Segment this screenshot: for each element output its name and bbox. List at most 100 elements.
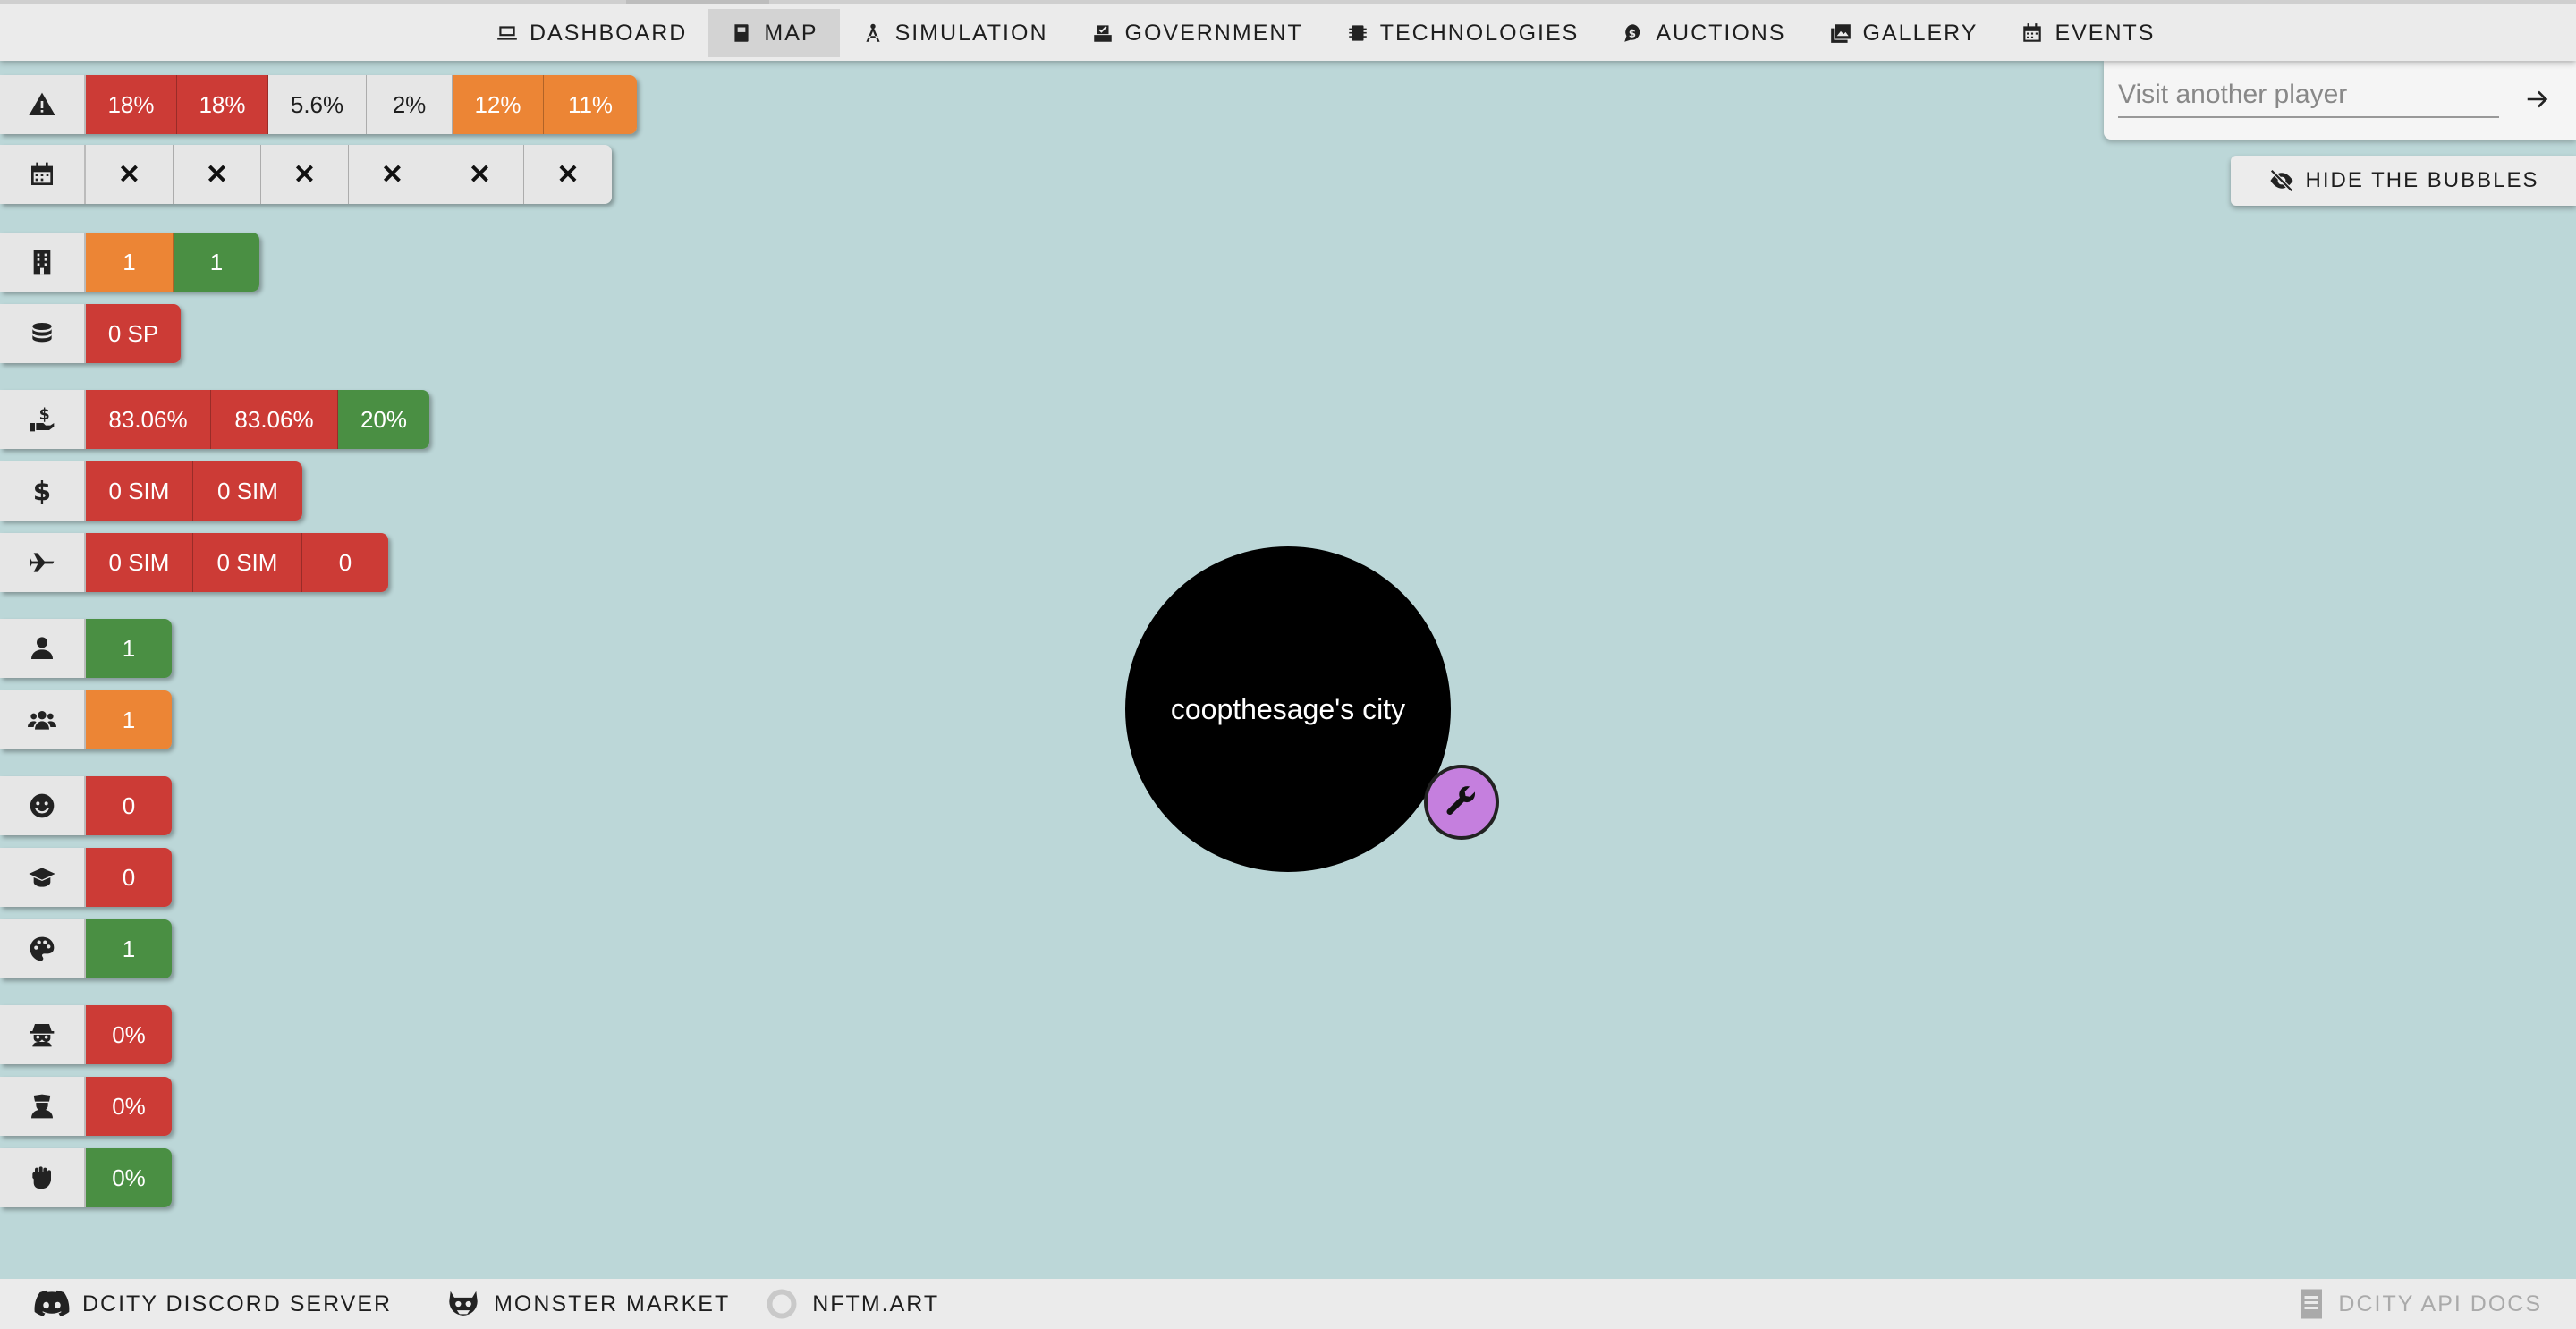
eye-slash-icon	[2269, 169, 2293, 192]
population-value[interactable]: 1	[86, 690, 172, 749]
risk-value[interactable]: 18%	[177, 75, 268, 134]
hide-bubbles-button[interactable]: HIDE THE BUBBLES	[2231, 156, 2576, 206]
building-icon	[33, 250, 51, 275]
dollar-icon: $	[33, 477, 51, 505]
stat-icon-population	[0, 690, 86, 749]
nav-dashboard-label: DASHBOARD	[530, 20, 688, 46]
footer: DCITY DISCORD SERVER MONSTER MARKET NFTM…	[0, 1279, 2576, 1329]
risk-value[interactable]: 12%	[453, 75, 544, 134]
main-nav: DASHBOARD MAP SIMULATION GOVERNMENT TECH…	[474, 9, 2176, 57]
risk-value[interactable]: 5.6%	[268, 75, 367, 134]
group-icon	[28, 711, 56, 730]
top-border-accent	[626, 0, 769, 4]
palette-icon	[30, 936, 55, 961]
stat-row-population: 1	[0, 690, 172, 749]
stat-row-person: 1	[0, 619, 172, 678]
buildings-value[interactable]: 1	[174, 233, 259, 292]
nav-simulation-label: SIMULATION	[894, 20, 1048, 46]
flights-value[interactable]: 0 SIM	[86, 533, 193, 592]
fist-icon	[32, 1166, 51, 1189]
visit-player-input[interactable]	[2118, 73, 2499, 118]
stat-icon-protest	[0, 1148, 86, 1207]
nav-map[interactable]: MAP	[708, 9, 840, 57]
income-value[interactable]: 83.06%	[86, 390, 211, 449]
graduation-cap-icon	[29, 868, 55, 887]
hide-bubbles-label: HIDE THE BUBBLES	[2305, 168, 2539, 192]
coins-icon	[32, 323, 52, 343]
compass-icon	[865, 23, 880, 42]
stat-row-calendar: ✕ ✕ ✕ ✕ ✕ ✕	[0, 145, 612, 204]
warning-icon	[29, 92, 55, 115]
document-icon	[2301, 1289, 2323, 1319]
city-settings-button[interactable]	[1424, 765, 1499, 840]
stat-icon-crime	[0, 1005, 86, 1064]
nav-auctions[interactable]: $ AUCTIONS	[1600, 9, 1807, 57]
education-value[interactable]: 0	[86, 848, 172, 907]
top-border	[0, 0, 2576, 4]
bid-icon: $	[1624, 24, 1640, 42]
city-bubble[interactable]: coopthesage's city	[1125, 546, 1451, 872]
art-value[interactable]: 1	[86, 919, 172, 978]
nav-gallery[interactable]: GALLERY	[1808, 9, 2000, 57]
flights-value[interactable]: 0 SIM	[193, 533, 302, 592]
calendar-slot[interactable]: ✕	[524, 145, 612, 204]
calendar-slot[interactable]: ✕	[436, 145, 524, 204]
money-value[interactable]: 0 SIM	[193, 461, 302, 521]
nav-government[interactable]: GOVERNMENT	[1070, 9, 1325, 57]
footer-nftm-link[interactable]: NFTM.ART	[750, 1288, 959, 1320]
footer-discord-link[interactable]: DCITY DISCORD SERVER	[0, 1288, 411, 1320]
nav-dashboard[interactable]: DASHBOARD	[474, 9, 708, 57]
coins-value[interactable]: 0 SP	[86, 304, 181, 363]
calendar-icon	[2023, 23, 2042, 42]
money-value[interactable]: 0 SIM	[86, 461, 193, 521]
footer-monster-link[interactable]: MONSTER MARKET	[411, 1288, 750, 1320]
stat-row-money: $ 0 SIM 0 SIM	[0, 461, 302, 521]
calendar-slot[interactable]: ✕	[86, 145, 174, 204]
footer-api-docs-link[interactable]: DCITY API DOCS	[2297, 1279, 2542, 1329]
calendar-slot[interactable]: ✕	[174, 145, 261, 204]
calendar-slot[interactable]: ✕	[261, 145, 349, 204]
crime-value[interactable]: 0%	[86, 1005, 172, 1064]
hand-dollar-icon: $	[30, 406, 55, 432]
stat-row-crime: 0%	[0, 1005, 172, 1064]
person-icon	[31, 637, 53, 659]
nav-events[interactable]: EVENTS	[1999, 9, 2176, 57]
svg-text:$: $	[1629, 27, 1638, 39]
person-value[interactable]: 1	[86, 619, 172, 678]
calendar-slot[interactable]: ✕	[349, 145, 436, 204]
police-value[interactable]: 0%	[86, 1077, 172, 1136]
buildings-value[interactable]: 1	[86, 233, 174, 292]
happiness-value[interactable]: 0	[86, 776, 172, 835]
visit-go-button[interactable]	[2515, 77, 2560, 122]
svg-text:$: $	[39, 406, 50, 424]
nav-simulation[interactable]: SIMULATION	[840, 9, 1070, 57]
discord-icon	[34, 1290, 70, 1316]
nav-technologies[interactable]: TECHNOLOGIES	[1325, 9, 1601, 57]
nav-technologies-label: TECHNOLOGIES	[1379, 20, 1580, 46]
risk-value[interactable]: 18%	[86, 75, 177, 134]
stat-row-income: $ 83.06% 83.06% 20%	[0, 390, 429, 449]
stat-icon-calendar	[0, 145, 86, 204]
stat-icon-art	[0, 919, 86, 978]
footer-api-docs-label: DCITY API DOCS	[2338, 1291, 2542, 1316]
stat-row-art: 1	[0, 919, 172, 978]
laptop-icon	[497, 26, 517, 40]
flights-value[interactable]: 0	[302, 533, 388, 592]
income-value[interactable]: 83.06%	[211, 390, 338, 449]
monster-icon	[449, 1291, 478, 1316]
stat-icon-coins	[0, 304, 86, 363]
plane-icon	[30, 553, 55, 572]
income-value[interactable]: 20%	[338, 390, 429, 449]
stat-icon-person	[0, 619, 86, 678]
footer-monster-label: MONSTER MARKET	[494, 1291, 731, 1316]
stat-icon-police	[0, 1077, 86, 1136]
risk-value[interactable]: 11%	[544, 75, 637, 134]
nav-map-label: MAP	[764, 20, 818, 46]
protest-value[interactable]: 0%	[86, 1148, 172, 1207]
stat-row-risk: 18% 18% 5.6% 2% 12% 11%	[0, 75, 637, 134]
stat-row-police: 0%	[0, 1077, 172, 1136]
risk-value[interactable]: 2%	[367, 75, 453, 134]
book-icon	[734, 24, 749, 42]
spy-icon	[30, 1024, 55, 1047]
city-name: coopthesage's city	[1170, 692, 1406, 725]
